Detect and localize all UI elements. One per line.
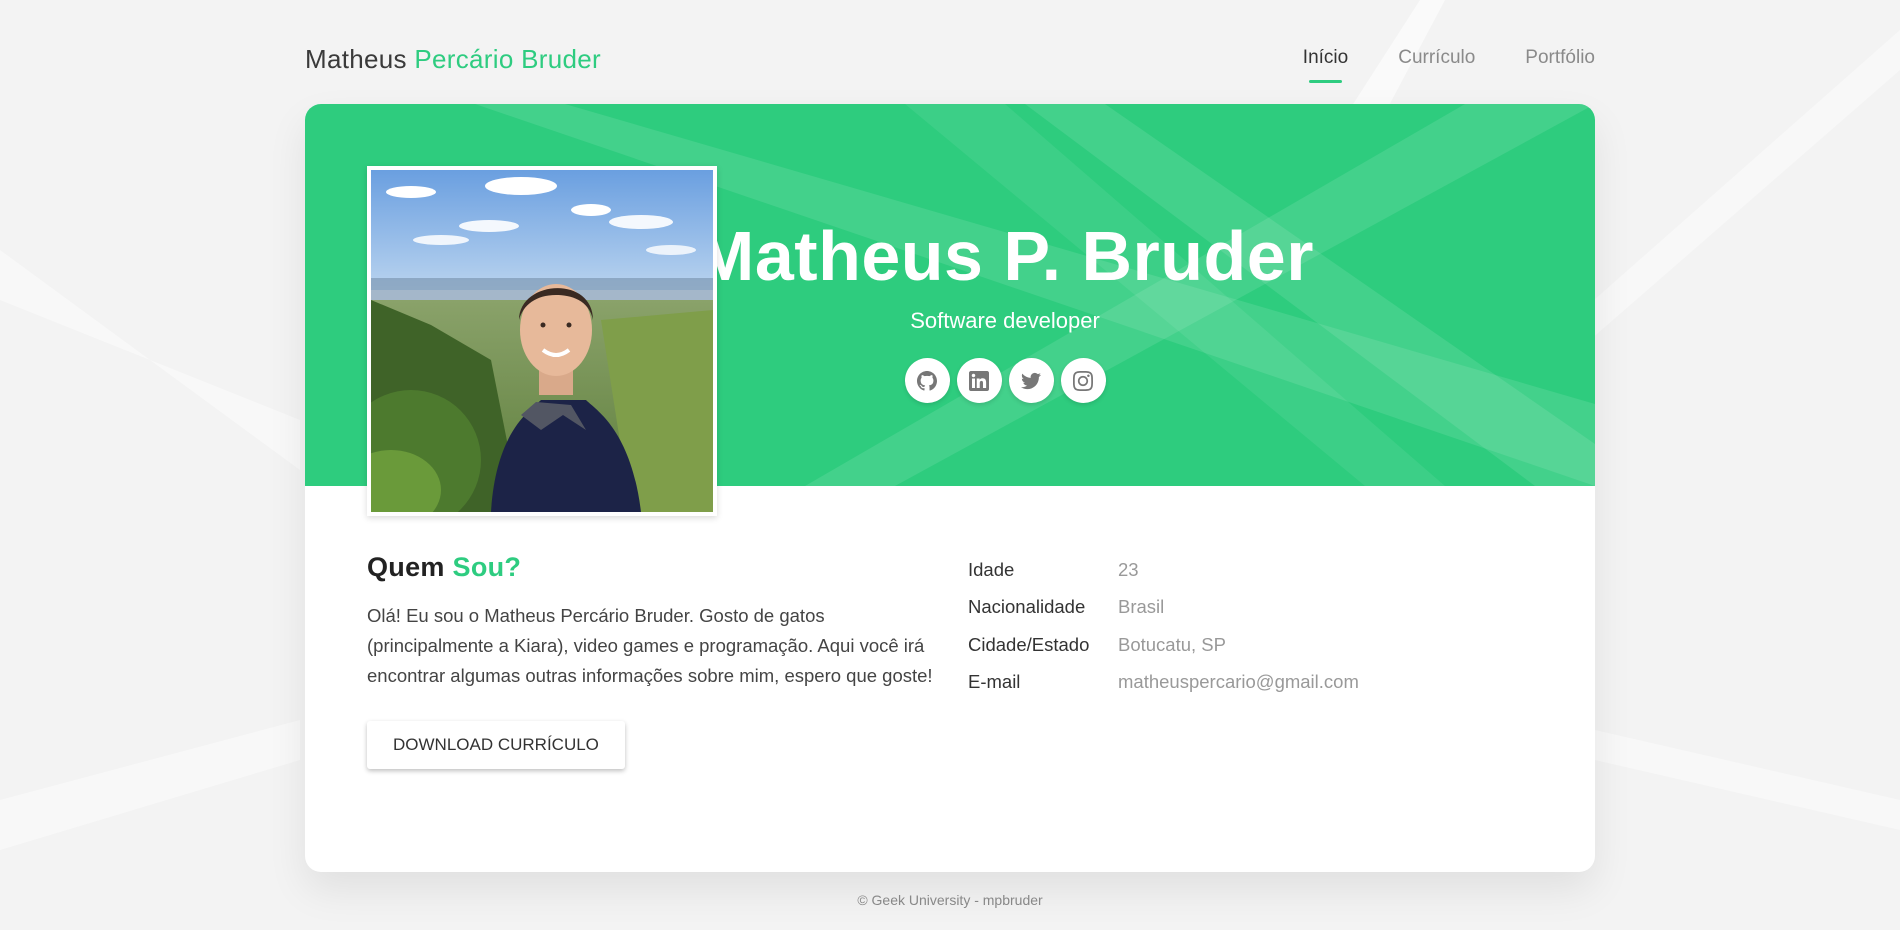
profile-card: Matheus P. Bruder Software developer Que…	[305, 104, 1595, 872]
brand-logo[interactable]: Matheus Percário Bruder	[305, 44, 601, 75]
info-value: Botucatu, SP	[1118, 633, 1226, 655]
top-bar: Matheus Percário Bruder Início Currículo…	[305, 0, 1595, 104]
github-link[interactable]	[904, 358, 950, 403]
hero-role: Software developer	[910, 308, 1100, 333]
info-label: E-mail	[968, 671, 1021, 693]
info-table: Idade 23 Nacionalidade Brasil Cidade/Est…	[968, 551, 1359, 701]
info-value: Brasil	[1118, 596, 1165, 618]
about-title: Quem Sou?	[367, 552, 937, 583]
brand-last-name: Percário Bruder	[414, 44, 601, 74]
nav-portfolio[interactable]: Portfólio	[1525, 47, 1595, 83]
brand-first-name: Matheus	[305, 44, 407, 74]
profile-photo	[367, 166, 717, 516]
page: Matheus Percário Bruder Início Currículo…	[305, 0, 1595, 908]
about-title-accent: Sou?	[452, 552, 522, 582]
nav-inicio[interactable]: Início	[1303, 47, 1348, 83]
about-text: Olá! Eu sou o Matheus Percário Bruder. G…	[367, 605, 933, 686]
social-links	[655, 358, 1355, 403]
info-value: 23	[1118, 558, 1139, 580]
footer-copyright: © Geek University - mpbruder	[857, 892, 1043, 908]
info-label: Cidade/Estado	[968, 633, 1090, 655]
linkedin-link[interactable]	[956, 358, 1002, 403]
github-icon	[917, 370, 937, 391]
nav-curriculo[interactable]: Currículo	[1398, 47, 1475, 83]
profile-photo-image	[371, 170, 713, 512]
instagram-link[interactable]	[1060, 358, 1106, 403]
download-cv-button[interactable]: DOWNLOAD CURRÍCULO	[367, 721, 625, 769]
hero-text: Matheus P. Bruder Software developer	[696, 216, 1313, 403]
main-nav: Início Currículo Portfólio	[1303, 47, 1595, 83]
hero-name: Matheus P. Bruder	[696, 217, 1314, 295]
info-label: Idade	[968, 558, 1015, 580]
info-label: Nacionalidade	[968, 596, 1086, 618]
about-section: Quem Sou? Olá! Eu sou o Matheus Percário…	[367, 552, 937, 769]
info-row-cidade: Cidade/Estado Botucatu, SP	[968, 626, 1359, 664]
twitter-link[interactable]	[1008, 358, 1054, 403]
twitter-icon	[1021, 372, 1041, 389]
info-value[interactable]: matheuspercario@gmail.com	[1118, 671, 1359, 693]
linkedin-icon	[969, 370, 989, 391]
info-row-idade: Idade 23	[968, 551, 1359, 589]
about-title-first: Quem	[367, 552, 445, 582]
info-row-email: E-mail matheuspercario@gmail.com	[968, 664, 1359, 702]
info-row-nacionalidade: Nacionalidade Brasil	[968, 589, 1359, 627]
instagram-icon	[1073, 370, 1093, 391]
